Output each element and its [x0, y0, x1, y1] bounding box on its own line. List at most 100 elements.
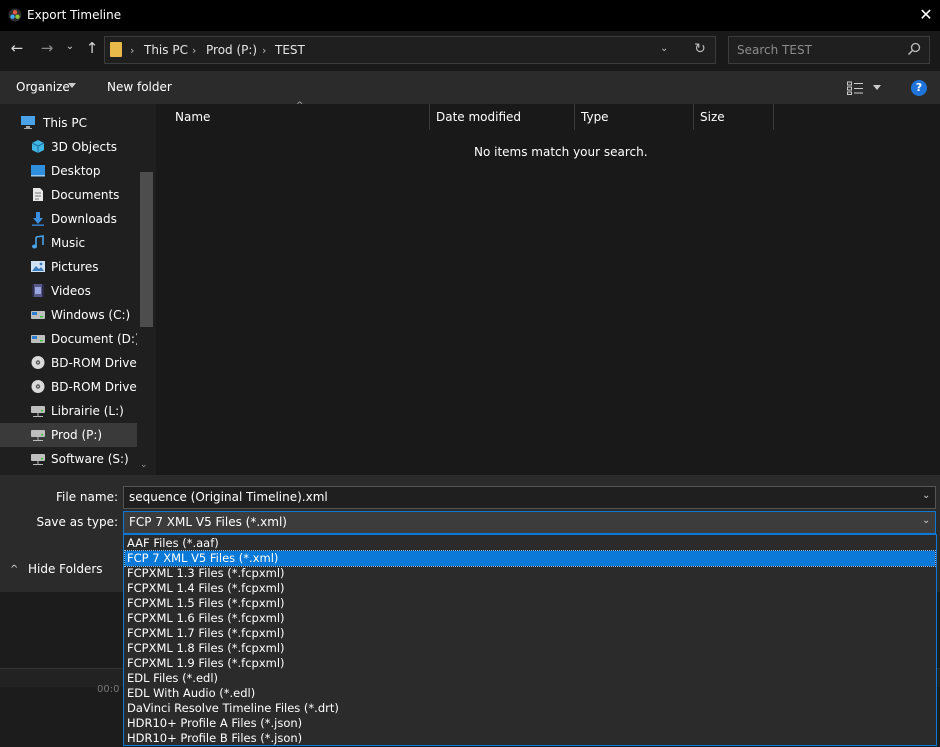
sidebar-item-label: Documents: [51, 188, 120, 202]
help-icon[interactable]: ?: [911, 80, 927, 96]
sidebar-item[interactable]: Document (D:): [0, 327, 137, 351]
file-name-label: File name:: [56, 490, 118, 504]
type-option[interactable]: FCPXML 1.4 Files (*.fcpxml): [125, 581, 935, 596]
column-header-date-modified[interactable]: Date modified: [436, 110, 521, 124]
sidebar-item-label: Prod (P:): [51, 428, 103, 442]
sidebar-item[interactable]: BD-ROM Drive (I: [0, 351, 137, 375]
pictures-icon: [30, 259, 46, 274]
sidebar-item-label: Windows (C:): [51, 308, 131, 322]
column-header-name[interactable]: Name: [175, 110, 210, 124]
breadcrumb-separator[interactable]: ›: [130, 44, 134, 57]
network-drive-icon: [30, 427, 46, 442]
hide-folders-button[interactable]: Hide Folders: [28, 562, 103, 576]
type-option[interactable]: FCPXML 1.8 Files (*.fcpxml): [125, 641, 935, 656]
search-icon[interactable]: [907, 42, 921, 56]
type-option[interactable]: HDR10+ Profile A Files (*.json): [125, 716, 935, 731]
chevron-down-icon[interactable]: [68, 83, 76, 88]
search-placeholder[interactable]: Search TEST: [737, 43, 812, 57]
window-title: Export Timeline: [27, 8, 122, 22]
new-folder-button[interactable]: New folder: [107, 80, 172, 94]
sidebar-item-label: Downloads: [51, 212, 117, 226]
sidebar-item-label: Desktop: [51, 164, 101, 178]
column-header-type[interactable]: Type: [581, 110, 609, 124]
chevron-down-icon[interactable]: [873, 85, 881, 90]
type-option[interactable]: HDR10+ Profile B Files (*.json): [125, 731, 935, 746]
file-name-input[interactable]: sequence (Original Timeline).xml: [123, 486, 936, 509]
column-header-size[interactable]: Size: [700, 110, 725, 124]
back-button[interactable]: ←: [6, 39, 28, 61]
type-option[interactable]: DaVinci Resolve Timeline Files (*.drt): [125, 701, 935, 716]
save-as-type-select[interactable]: FCP 7 XML V5 Files (*.xml): [123, 511, 936, 534]
title-bar: [0, 0, 940, 31]
view-options-icon[interactable]: [847, 81, 863, 95]
column-divider[interactable]: [574, 104, 575, 130]
sidebar-item[interactable]: Software (S:): [0, 447, 137, 471]
type-option[interactable]: FCPXML 1.3 Files (*.fcpxml): [125, 566, 935, 581]
sidebar-item[interactable]: Videos: [0, 279, 137, 303]
sidebar-item[interactable]: Music: [0, 231, 137, 255]
empty-message: No items match your search.: [474, 145, 648, 159]
sidebar-item-label: Librairie (L:): [51, 404, 124, 418]
column-divider[interactable]: [693, 104, 694, 130]
chevron-up-icon[interactable]: ^: [10, 564, 18, 575]
disc-icon: [30, 379, 46, 394]
type-option[interactable]: FCP 7 XML V5 Files (*.xml): [124, 550, 936, 567]
documents-icon: [30, 187, 46, 202]
sidebar-item-label: BD-ROM Drive (I: [51, 356, 137, 370]
forward-button[interactable]: →: [36, 39, 58, 61]
sidebar-item[interactable]: Windows (C:): [0, 303, 137, 327]
up-button[interactable]: ↑: [81, 39, 103, 61]
sort-ascending-icon: ^: [296, 101, 304, 111]
breadcrumb-separator[interactable]: ›: [262, 44, 266, 57]
disc-icon: [30, 355, 46, 370]
type-option[interactable]: AAF Files (*.aaf): [125, 536, 935, 551]
close-button[interactable]: ✕: [914, 4, 938, 28]
save-as-type-label: Save as type:: [36, 515, 118, 529]
sidebar-item[interactable]: Pictures: [0, 255, 137, 279]
videos-icon: [30, 283, 46, 298]
chevron-down-icon[interactable]: ⌄: [922, 515, 930, 526]
sidebar-item[interactable]: Documents: [0, 183, 137, 207]
folder-icon: [110, 42, 122, 57]
breadcrumb-this-pc[interactable]: This PC: [144, 43, 188, 57]
drive-icon: [30, 331, 46, 346]
save-as-type-list[interactable]: AAF Files (*.aaf) FCP 7 XML V5 Files (*.x…: [123, 534, 937, 746]
network-drive-icon: [30, 451, 46, 466]
sidebar-item[interactable]: Downloads: [0, 207, 137, 231]
downloads-icon: [30, 211, 46, 226]
sidebar-item[interactable]: 3D Objects: [0, 135, 137, 159]
type-option[interactable]: FCPXML 1.5 Files (*.fcpxml): [125, 596, 935, 611]
nav-scrollbar-thumb[interactable]: [140, 172, 153, 327]
sidebar-item-label: Software (S:): [51, 452, 129, 466]
scroll-down-icon[interactable]: ⌄: [140, 460, 148, 470]
drive-icon: [30, 307, 46, 322]
sidebar-item-label: Music: [51, 236, 86, 250]
sidebar-item-label: 3D Objects: [51, 140, 118, 154]
type-option[interactable]: EDL With Audio (*.edl): [125, 686, 935, 701]
sidebar-item-label: Document (D:): [51, 332, 137, 346]
sidebar-item[interactable]: This PC: [0, 111, 137, 135]
resolve-app-icon: [8, 8, 22, 22]
breadcrumb-test[interactable]: TEST: [275, 43, 305, 57]
sidebar-item[interactable]: Librairie (L:): [0, 399, 137, 423]
file-list[interactable]: [156, 104, 940, 475]
breadcrumb-separator[interactable]: ›: [192, 44, 196, 57]
organize-button[interactable]: Organize: [16, 80, 70, 94]
sidebar-item[interactable]: BD-ROM Drive (I: [0, 375, 137, 399]
breadcrumb-prod[interactable]: Prod (P:): [206, 43, 257, 57]
type-option[interactable]: FCPXML 1.7 Files (*.fcpxml): [125, 626, 935, 641]
sidebar-item[interactable]: Desktop: [0, 159, 137, 183]
refresh-button[interactable]: ↻: [690, 41, 710, 61]
address-dropdown-icon[interactable]: ⌄: [660, 43, 674, 54]
column-divider[interactable]: [429, 104, 430, 130]
type-option[interactable]: FCPXML 1.6 Files (*.fcpxml): [125, 611, 935, 626]
network-drive-icon: [30, 403, 46, 418]
type-option[interactable]: EDL Files (*.edl): [125, 671, 935, 686]
sidebar-item[interactable]: Prod (P:): [0, 423, 137, 447]
desktop-icon: [30, 163, 46, 178]
recent-locations-button[interactable]: ⌄: [63, 41, 77, 59]
type-option[interactable]: FCPXML 1.9 Files (*.fcpxml): [125, 656, 935, 671]
timecode-label: 00:0: [97, 684, 120, 695]
column-divider[interactable]: [773, 104, 774, 130]
chevron-down-icon[interactable]: ⌄: [922, 490, 930, 501]
